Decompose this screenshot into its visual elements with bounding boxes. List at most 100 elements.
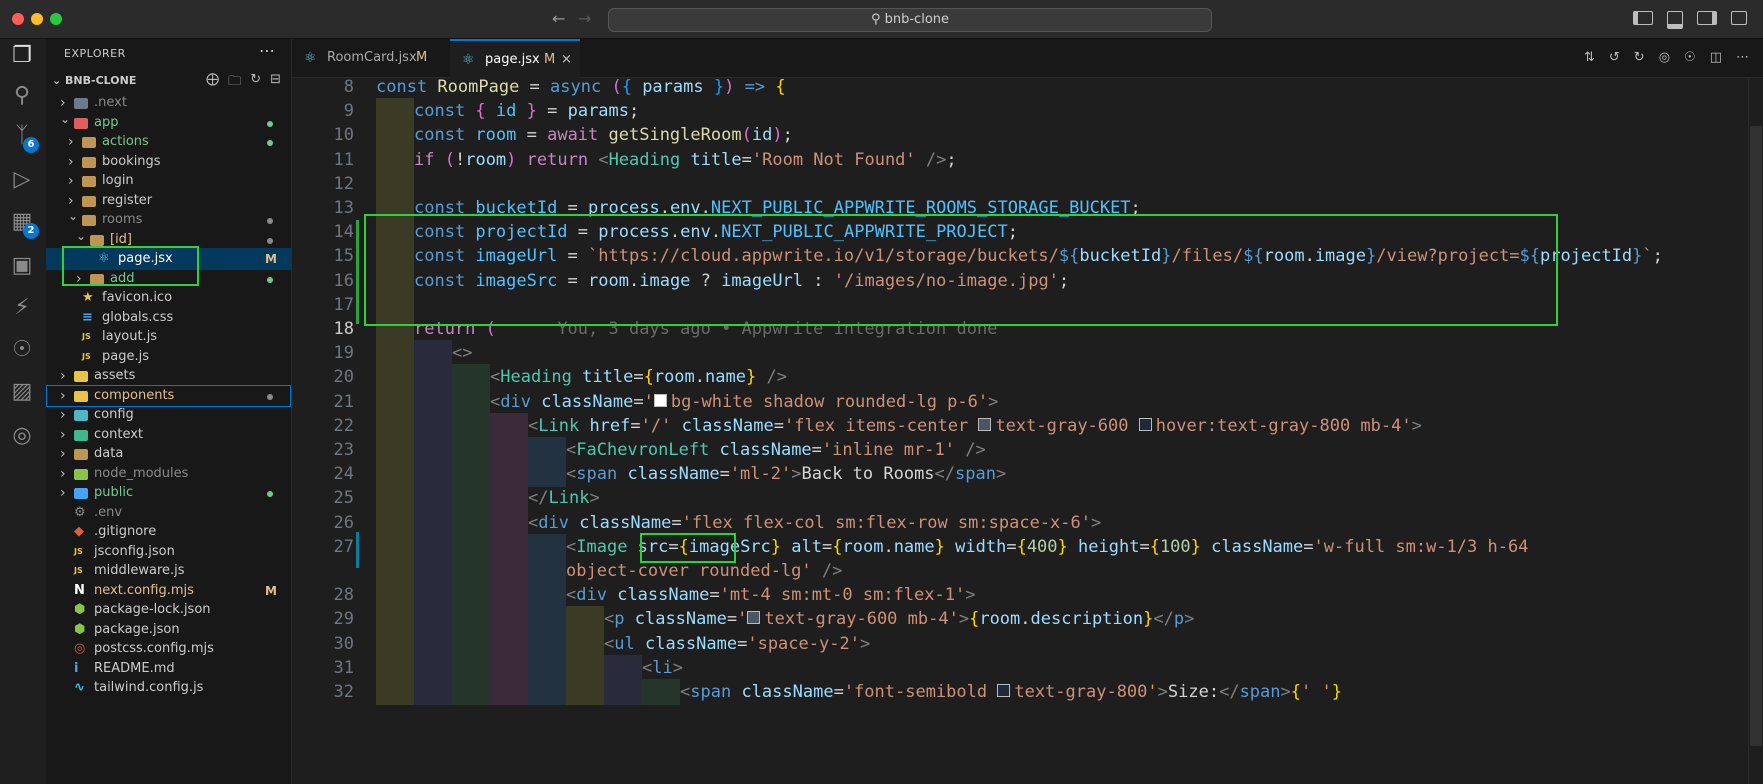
code-line[interactable]: 25 </Link> bbox=[292, 485, 1763, 512]
git-graph-icon[interactable]: ☉ bbox=[9, 337, 35, 363]
code-line[interactable]: 23 <FaChevronLeft className='inline mr-1'… bbox=[292, 437, 1763, 463]
git-blame-icon[interactable]: ☉ bbox=[1684, 50, 1696, 65]
line-number: 28 bbox=[333, 585, 354, 606]
code-editor[interactable]: 8 const RoomPage = async ({ params }) => … bbox=[292, 78, 1763, 784]
docker-icon[interactable]: ▨ bbox=[9, 379, 35, 405]
tab-page-jsx[interactable]: ⚛ page.jsx M × bbox=[450, 39, 580, 78]
minimize-window-button[interactable] bbox=[31, 13, 43, 25]
close-window-button[interactable] bbox=[12, 13, 24, 25]
code-token: = bbox=[737, 633, 748, 654]
scroll-thumb[interactable] bbox=[1750, 126, 1762, 746]
command-center[interactable]: ⚲ bnb-clone bbox=[608, 8, 1212, 32]
compare-changes-icon[interactable]: ⇅ bbox=[1584, 50, 1595, 65]
code-line[interactable]: 24 <span className='ml-2'>Back to Rooms</… bbox=[292, 461, 1763, 488]
vertical-scrollbar[interactable] bbox=[1748, 78, 1763, 784]
gitlens-icon[interactable]: ◎ bbox=[9, 423, 35, 449]
code-line[interactable]: 12 bbox=[292, 170, 1763, 197]
indent-guide bbox=[452, 509, 490, 536]
code-line[interactable]: 27 <Image src={imageSrc} alt={room.name} … bbox=[292, 533, 1763, 560]
command-center-label: bnb-clone bbox=[884, 12, 950, 27]
refresh-icon[interactable]: ↻ bbox=[250, 72, 261, 94]
code-token: </ bbox=[528, 488, 549, 509]
more-actions-icon[interactable]: ⋯ bbox=[259, 41, 275, 60]
folder-icon bbox=[74, 429, 88, 441]
code-line[interactable]: 11 if (!room) return <Heading title='Room… bbox=[292, 146, 1763, 173]
code-token: < bbox=[566, 585, 577, 606]
color-swatch[interactable] bbox=[1138, 417, 1152, 431]
code-token: const bbox=[414, 125, 476, 146]
env-vars-highlight bbox=[364, 214, 1558, 326]
code-text: </Link> bbox=[528, 485, 600, 511]
indent-guide bbox=[414, 679, 452, 705]
status-dot bbox=[267, 491, 273, 497]
code-line[interactable]: 28 <div className='mt-4 sm:mt-0 sm:flex-1… bbox=[292, 582, 1763, 609]
code-line[interactable]: 30 <ul className='space-y-2'> bbox=[292, 630, 1763, 657]
source-control-icon[interactable]: ᛉ6 bbox=[9, 123, 39, 153]
code-line[interactable]: 32 <span className='font-semibold text-gr… bbox=[292, 679, 1763, 705]
search-icon[interactable]: ⚲ bbox=[9, 83, 35, 109]
line-number: 26 bbox=[333, 512, 354, 533]
remote-explorer-icon[interactable]: ▣ bbox=[9, 253, 35, 279]
code-text: <Link href='/' className='flex items-cen… bbox=[528, 413, 1422, 439]
folder-icon bbox=[82, 137, 96, 148]
code-line[interactable]: 22 <Link href='/' className='flex items-c… bbox=[292, 412, 1763, 439]
code-token: 'w-full sm:w-1/3 h-64 bbox=[1313, 536, 1529, 557]
toggle-panel-icon[interactable] bbox=[1667, 11, 1683, 29]
code-line[interactable]: 20 <Heading title={room.name} /> bbox=[292, 364, 1763, 391]
code-line[interactable]: 8 const RoomPage = async ({ params }) => … bbox=[292, 78, 1763, 100]
code-token: await bbox=[547, 125, 609, 146]
code-line[interactable]: 19 <> bbox=[292, 340, 1763, 367]
code-token: ' bbox=[737, 609, 748, 630]
code-token: { bbox=[475, 101, 496, 122]
previous-change-icon[interactable]: ↺ bbox=[1609, 50, 1620, 65]
code-token: ) bbox=[772, 125, 783, 146]
more-actions-icon[interactable]: ⋯ bbox=[1736, 50, 1749, 65]
code-line[interactable]: 21 <div className=' bg-white shadow rounde… bbox=[292, 388, 1763, 415]
indent-guide bbox=[528, 558, 566, 584]
toggle-primary-sidebar-icon[interactable] bbox=[1633, 11, 1653, 25]
code-line[interactable]: 10 const room = await getSingleRoom(id); bbox=[292, 122, 1763, 149]
code-line[interactable]: object-cover rounded-lg' /> bbox=[292, 558, 1763, 584]
back-arrow-icon[interactable]: ← bbox=[552, 9, 565, 28]
color-swatch[interactable] bbox=[653, 393, 667, 407]
code-token: > bbox=[1184, 609, 1195, 630]
thunder-client-icon[interactable]: ⚡ bbox=[9, 295, 35, 321]
code-token: > bbox=[859, 633, 871, 654]
code-line[interactable]: 26 <div className='flex flex-col sm:flex-… bbox=[292, 509, 1763, 536]
code-token: /> bbox=[954, 440, 986, 460]
explorer-icon[interactable]: ❐ bbox=[9, 43, 35, 69]
extensions-icon[interactable]: ▦ 2 bbox=[9, 209, 39, 239]
color-swatch[interactable] bbox=[978, 417, 992, 431]
new-folder-icon[interactable]: 🗀 bbox=[228, 72, 241, 94]
code-token: /> bbox=[756, 367, 787, 388]
code-token: room bbox=[979, 609, 1021, 630]
forward-arrow-icon[interactable]: → bbox=[578, 9, 591, 28]
workspace-root[interactable]: ⌄ BNB-CLONE bbox=[52, 74, 136, 87]
code-line[interactable]: 29 <p className=' text-gray-600 mb-4'>{roo… bbox=[292, 606, 1763, 633]
open-changes-icon[interactable]: ◎ bbox=[1659, 50, 1670, 65]
code-token: = bbox=[741, 149, 752, 170]
split-editor-icon[interactable]: ◫ bbox=[1710, 50, 1722, 65]
tab-roomcard[interactable]: ⚛ RoomCard.jsx M bbox=[292, 39, 451, 77]
color-swatch[interactable] bbox=[997, 684, 1011, 697]
tree-item[interactable]: ∿ tailwind.config.js bbox=[46, 677, 291, 699]
code-token: { bbox=[643, 367, 654, 388]
run-debug-icon[interactable]: ▷ bbox=[9, 167, 35, 193]
code-token: span bbox=[690, 682, 732, 702]
toggle-secondary-sidebar-icon[interactable] bbox=[1697, 11, 1717, 25]
tab-label: page.jsx bbox=[485, 52, 540, 67]
code-token: < bbox=[566, 464, 577, 485]
code-line[interactable]: 9 const { id } = params; bbox=[292, 98, 1763, 125]
collapse-all-icon[interactable]: ⊟ bbox=[270, 72, 281, 94]
customize-layout-icon[interactable] bbox=[1731, 11, 1747, 25]
zoom-window-button[interactable] bbox=[50, 13, 62, 25]
color-swatch[interactable] bbox=[747, 611, 761, 625]
next-change-icon[interactable]: ↻ bbox=[1634, 50, 1645, 65]
indent-guide bbox=[452, 412, 490, 439]
line-number: 17 bbox=[333, 294, 354, 315]
indent-guide bbox=[452, 654, 490, 681]
indent-guide bbox=[528, 437, 566, 463]
new-file-icon[interactable]: ⨁ bbox=[206, 72, 219, 94]
code-line[interactable]: 31 <li> bbox=[292, 654, 1763, 681]
close-tab-icon[interactable]: × bbox=[561, 41, 572, 79]
